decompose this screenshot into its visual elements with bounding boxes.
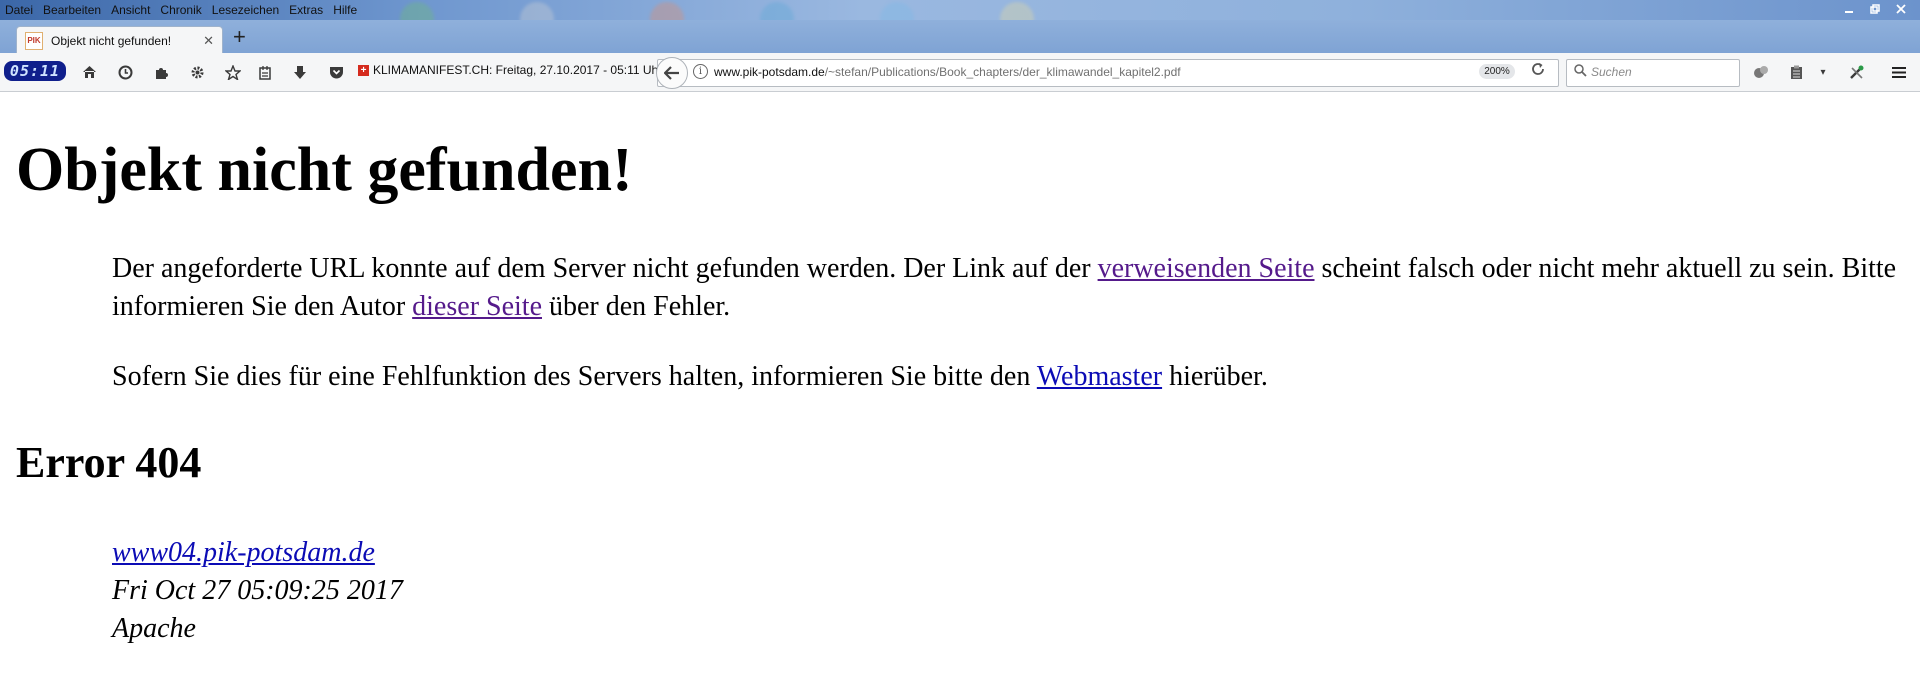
extension-icon[interactable] <box>1751 62 1771 82</box>
search-icon <box>1574 64 1587 80</box>
window-controls <box>1836 0 1914 17</box>
description-text: Der angeforderte URL konnte auf dem Serv… <box>112 253 1098 284</box>
page-content: Objekt nicht gefunden! Der angeforderte … <box>0 92 1920 693</box>
description-text: über den Fehler. <box>542 291 731 322</box>
menu-lesezeichen[interactable]: Lesezeichen <box>207 1 284 19</box>
server-software: Apache <box>112 613 196 644</box>
settings-gear-icon[interactable] <box>187 62 207 82</box>
this-page-link[interactable]: dieser Seite <box>412 291 542 322</box>
search-input[interactable]: Suchen <box>1591 65 1632 79</box>
downloads-arrow-icon[interactable] <box>290 62 310 82</box>
url-host: www.pik-potsdam.de <box>714 65 825 79</box>
clipboard-icon[interactable] <box>1786 62 1806 82</box>
server-signature: www04.pik-potsdam.de Fri Oct 27 05:09:25… <box>112 534 403 648</box>
tab-close-icon[interactable]: ✕ <box>203 33 214 49</box>
error-code-heading: Error 404 <box>16 438 202 487</box>
error-description: Der angeforderte URL konnte auf dem Serv… <box>112 250 1902 326</box>
bookmark-star-icon[interactable] <box>223 62 243 82</box>
server-link[interactable]: www04.pik-potsdam.de <box>112 537 375 568</box>
addons-puzzle-icon[interactable] <box>151 62 171 82</box>
pik-favicon-icon: PIK <box>25 31 43 50</box>
reload-icon[interactable] <box>1531 62 1545 80</box>
new-tab-button[interactable]: + <box>233 26 246 48</box>
history-icon[interactable] <box>115 62 135 82</box>
klimamanifest-bookmark[interactable]: KLIMAMANIFEST.CH: Freitag, 27.10.2017 - … <box>373 63 662 77</box>
title-bar: Datei Bearbeiten Ansicht Chronik Lesezei… <box>0 0 1920 36</box>
minimize-icon[interactable] <box>1836 0 1862 17</box>
hamburger-menu-icon[interactable] <box>1889 62 1909 82</box>
tab-strip: PIK Objekt nicht gefunden! ✕ <box>0 20 1920 54</box>
dropdown-arrow-icon[interactable]: ▾ <box>1813 62 1833 82</box>
tools-icon[interactable] <box>1847 62 1867 82</box>
menu-bearbeiten[interactable]: Bearbeiten <box>38 1 106 19</box>
referring-page-link[interactable]: verweisenden Seite <box>1098 253 1315 284</box>
menu-extras[interactable]: Extras <box>284 1 328 19</box>
bookmarks-menu-icon[interactable] <box>255 62 275 82</box>
restore-icon[interactable] <box>1862 0 1888 17</box>
clock-display: 05:11 <box>4 61 66 81</box>
menu-hilfe[interactable]: Hilfe <box>328 1 362 19</box>
server-date: Fri Oct 27 05:09:25 2017 <box>112 575 403 606</box>
notice-text: hierüber. <box>1162 361 1268 392</box>
url-path: /~stefan/Publications/Book_chapters/der_… <box>824 65 1181 79</box>
site-info-icon[interactable]: i <box>693 64 708 79</box>
home-icon[interactable] <box>79 62 99 82</box>
menu-bar: Datei Bearbeiten Ansicht Chronik Lesezei… <box>0 0 362 20</box>
menu-chronik[interactable]: Chronik <box>155 1 206 19</box>
menu-datei[interactable]: Datei <box>0 1 38 19</box>
pocket-icon[interactable] <box>326 62 346 82</box>
menu-ansicht[interactable]: Ansicht <box>106 1 155 19</box>
url-text[interactable]: www.pik-potsdam.de/~stefan/Publications/… <box>714 65 1181 79</box>
tab-active[interactable]: PIK Objekt nicht gefunden! ✕ <box>16 26 223 54</box>
swiss-flag-icon: + <box>358 65 369 76</box>
zoom-level-badge[interactable]: 200% <box>1479 64 1515 79</box>
webmaster-link[interactable]: Webmaster <box>1037 361 1162 392</box>
tab-title: Objekt nicht gefunden! <box>51 33 172 48</box>
close-window-icon[interactable] <box>1888 0 1914 17</box>
notice-text: Sofern Sie dies für eine Fehlfunktion de… <box>112 361 1037 392</box>
webmaster-notice: Sofern Sie dies für eine Fehlfunktion de… <box>112 358 1902 396</box>
page-title: Objekt nicht gefunden! <box>16 136 633 204</box>
back-button[interactable] <box>656 57 688 89</box>
